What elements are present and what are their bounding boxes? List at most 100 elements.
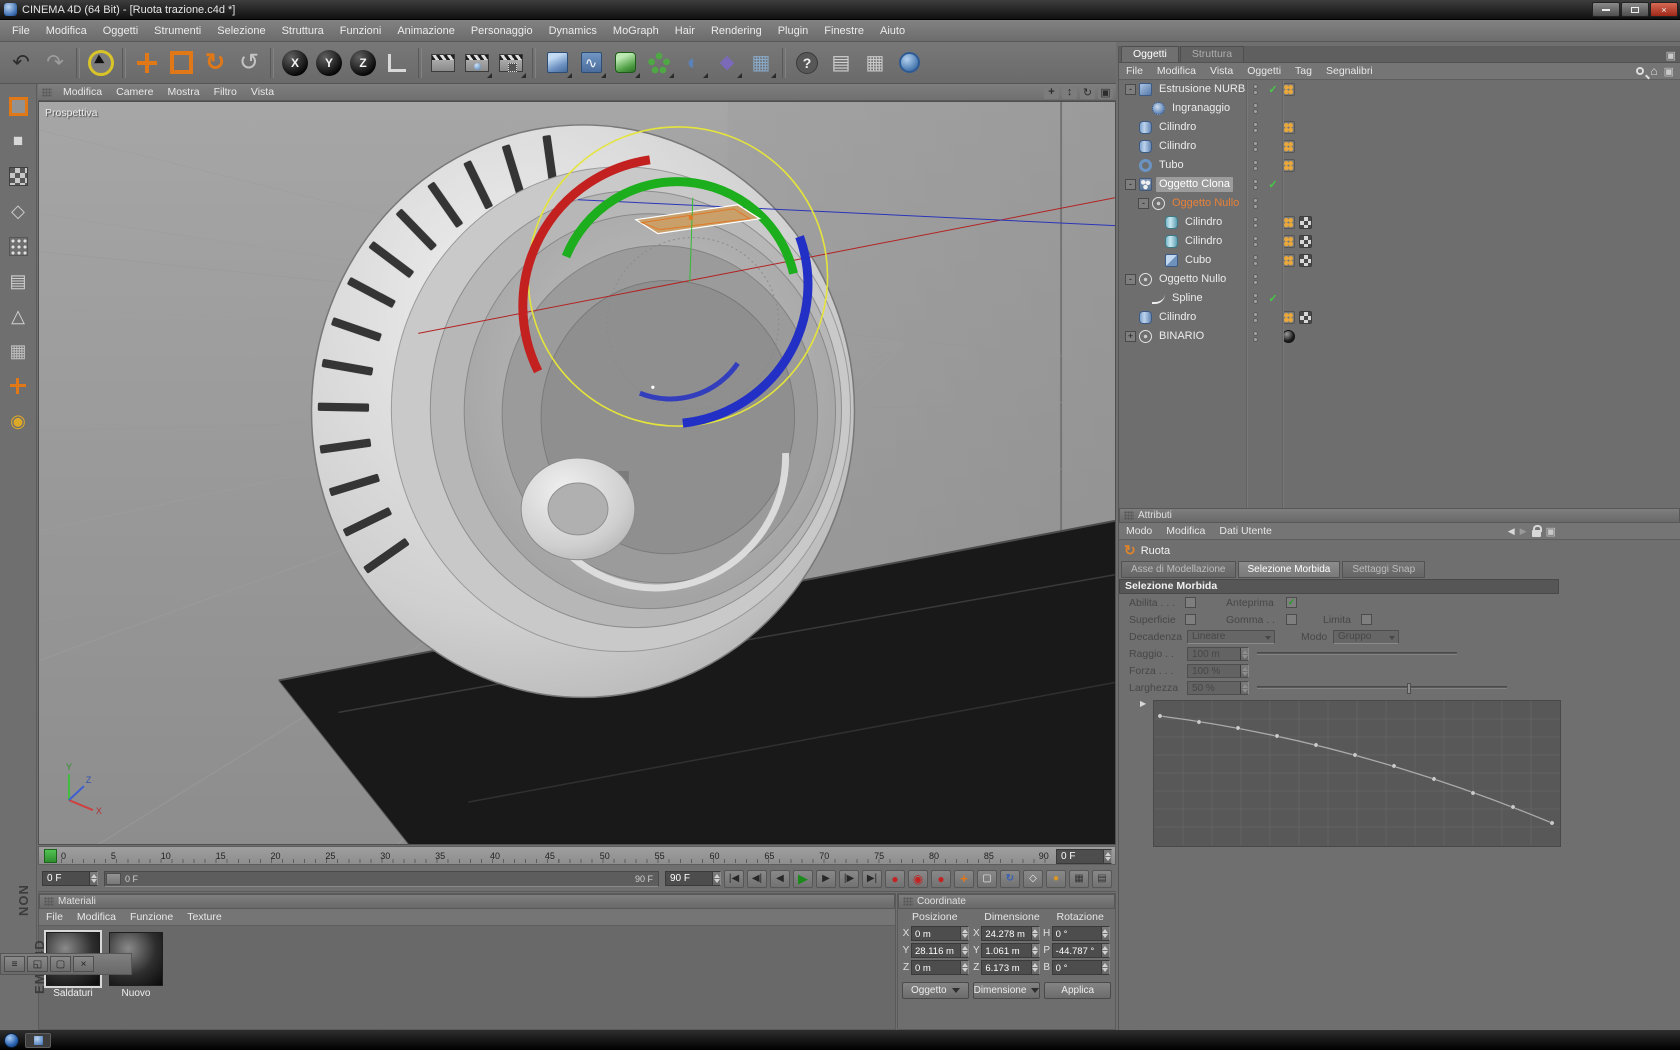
- next-key-button[interactable]: [839, 869, 859, 888]
- polygons-mode-button[interactable]: [4, 302, 32, 330]
- online-help-button[interactable]: [892, 46, 926, 80]
- size-field[interactable]: 6.173 m: [981, 960, 1040, 975]
- add-nurbs-button[interactable]: [608, 46, 642, 80]
- goto-start-button[interactable]: [724, 869, 744, 888]
- record-selection-button[interactable]: [931, 869, 951, 888]
- objects-menu-item[interactable]: Modifica: [1150, 65, 1203, 77]
- object-label[interactable]: Cilindro: [1182, 215, 1225, 230]
- tree-row[interactable]: Cilindro: [1119, 213, 1680, 232]
- menu-item[interactable]: Struttura: [274, 20, 332, 42]
- attributes-menu-item[interactable]: Modifica: [1159, 525, 1212, 537]
- visibility-dots[interactable]: [1247, 103, 1264, 114]
- materials-menu-item[interactable]: File: [39, 911, 70, 923]
- section-header[interactable]: Selezione Morbida: [1119, 579, 1559, 594]
- maximize-window-button[interactable]: ▢: [50, 956, 71, 972]
- limita-checkbox[interactable]: [1361, 614, 1372, 625]
- object-label[interactable]: Oggetto Nullo: [1156, 272, 1229, 287]
- edges-mode-button[interactable]: [4, 267, 32, 295]
- abilita-checkbox[interactable]: [1185, 597, 1196, 608]
- window-menu-button[interactable]: ≡: [4, 956, 25, 972]
- panel-grip[interactable]: [44, 897, 54, 906]
- frame-range-slider[interactable]: 0 F 90 F: [104, 870, 659, 887]
- autokey-button[interactable]: [908, 869, 928, 888]
- redo-button[interactable]: [38, 46, 72, 80]
- visibility-dots[interactable]: [1247, 331, 1264, 342]
- attribute-tab[interactable]: Asse di Modellazione: [1121, 561, 1236, 578]
- last-tool-button[interactable]: [232, 46, 266, 80]
- value-spinner[interactable]: [1100, 944, 1109, 957]
- visibility-dots[interactable]: [1247, 274, 1264, 285]
- add-modeling-object-button[interactable]: [642, 46, 676, 80]
- tree-row[interactable]: Cubo: [1119, 251, 1680, 270]
- start-button[interactable]: [4, 1032, 19, 1048]
- menu-item[interactable]: Aiuto: [872, 20, 913, 42]
- object-label[interactable]: BINARIO: [1156, 329, 1207, 344]
- uv-mode-button[interactable]: [4, 337, 32, 365]
- enable-check-icon[interactable]: ✓: [1264, 292, 1282, 305]
- expander-icon[interactable]: -: [1125, 274, 1136, 285]
- value-spinner[interactable]: [1030, 927, 1039, 940]
- larghezza-slider[interactable]: [1257, 683, 1507, 694]
- dolly-view-icon[interactable]: [1062, 85, 1077, 99]
- tag-icon[interactable]: [1299, 254, 1312, 267]
- tag-icon[interactable]: [1299, 311, 1312, 324]
- expander-icon[interactable]: -: [1125, 179, 1136, 190]
- size-field[interactable]: 1.061 m: [981, 943, 1040, 958]
- visibility-dots[interactable]: [1247, 312, 1264, 323]
- configure-icon[interactable]: [1546, 525, 1556, 538]
- object-label[interactable]: Estrusione NURBS: [1156, 82, 1247, 97]
- home-icon[interactable]: [1650, 64, 1657, 78]
- value-spinner[interactable]: [1030, 961, 1039, 974]
- viewport-menu-item[interactable]: Filtro: [207, 86, 244, 98]
- menu-item[interactable]: MoGraph: [605, 20, 667, 42]
- lock-x-axis-button[interactable]: X: [278, 46, 312, 80]
- goto-end-button[interactable]: [862, 869, 882, 888]
- attributes-menu-item[interactable]: Modo: [1119, 525, 1159, 537]
- pan-view-icon[interactable]: [1044, 85, 1059, 99]
- key-position-toggle[interactable]: [954, 869, 974, 888]
- add-boole-button[interactable]: [676, 46, 710, 80]
- perspective-viewport[interactable]: Y X Z Prospettiva: [38, 101, 1116, 845]
- render-picture-viewer-button[interactable]: [460, 46, 494, 80]
- menu-item[interactable]: Dynamics: [541, 20, 605, 42]
- viewport-menu-item[interactable]: Vista: [244, 86, 281, 98]
- value-spinner[interactable]: [1100, 961, 1109, 974]
- viewport-label[interactable]: Prospettiva: [45, 107, 98, 119]
- visibility-dots[interactable]: [1247, 84, 1264, 95]
- raggio-slider[interactable]: [1257, 652, 1457, 655]
- value-spinner[interactable]: [1240, 681, 1248, 694]
- previous-key-button[interactable]: [747, 869, 767, 888]
- tag-icon[interactable]: [1299, 216, 1312, 229]
- menu-item[interactable]: Rendering: [703, 20, 770, 42]
- forza-field[interactable]: 100 %: [1187, 663, 1249, 678]
- position-field[interactable]: 0 m: [911, 926, 970, 941]
- coordinate-size-dropdown[interactable]: Dimensione: [972, 982, 1041, 999]
- visibility-dots[interactable]: [1247, 122, 1264, 133]
- tag-icon[interactable]: [1299, 235, 1312, 248]
- panel-tab[interactable]: Oggetti: [1121, 46, 1179, 62]
- menu-item[interactable]: Animazione: [389, 20, 462, 42]
- objects-menu-item[interactable]: Vista: [1203, 65, 1240, 77]
- xpresso-button[interactable]: [824, 46, 858, 80]
- menu-item[interactable]: Modifica: [38, 20, 95, 42]
- history-back-icon[interactable]: ◀: [1508, 526, 1515, 537]
- panel-grip[interactable]: [42, 87, 52, 97]
- visibility-dots[interactable]: [1247, 293, 1264, 304]
- object-label[interactable]: Cilindro: [1182, 234, 1225, 249]
- content-browser-button[interactable]: [858, 46, 892, 80]
- close-window-button[interactable]: ×: [73, 956, 94, 972]
- range-slider-handle[interactable]: [106, 872, 121, 885]
- start-frame-field[interactable]: 0 F: [42, 871, 98, 886]
- coordinates-header[interactable]: Coordinate: [898, 894, 1115, 909]
- menu-item[interactable]: Oggetti: [95, 20, 146, 42]
- visibility-dots[interactable]: [1247, 217, 1264, 228]
- object-label[interactable]: Spline: [1169, 291, 1206, 306]
- object-label[interactable]: Cilindro: [1156, 310, 1199, 325]
- previous-frame-button[interactable]: [770, 869, 790, 888]
- key-rotation-toggle[interactable]: [1000, 869, 1020, 888]
- detach-panel-icon[interactable]: [1666, 49, 1676, 62]
- raggio-field[interactable]: 100 m: [1187, 646, 1249, 661]
- object-label[interactable]: Oggetto Nullo: [1169, 196, 1242, 211]
- scale-tool[interactable]: [164, 46, 198, 80]
- larghezza-field[interactable]: 50 %: [1187, 680, 1249, 695]
